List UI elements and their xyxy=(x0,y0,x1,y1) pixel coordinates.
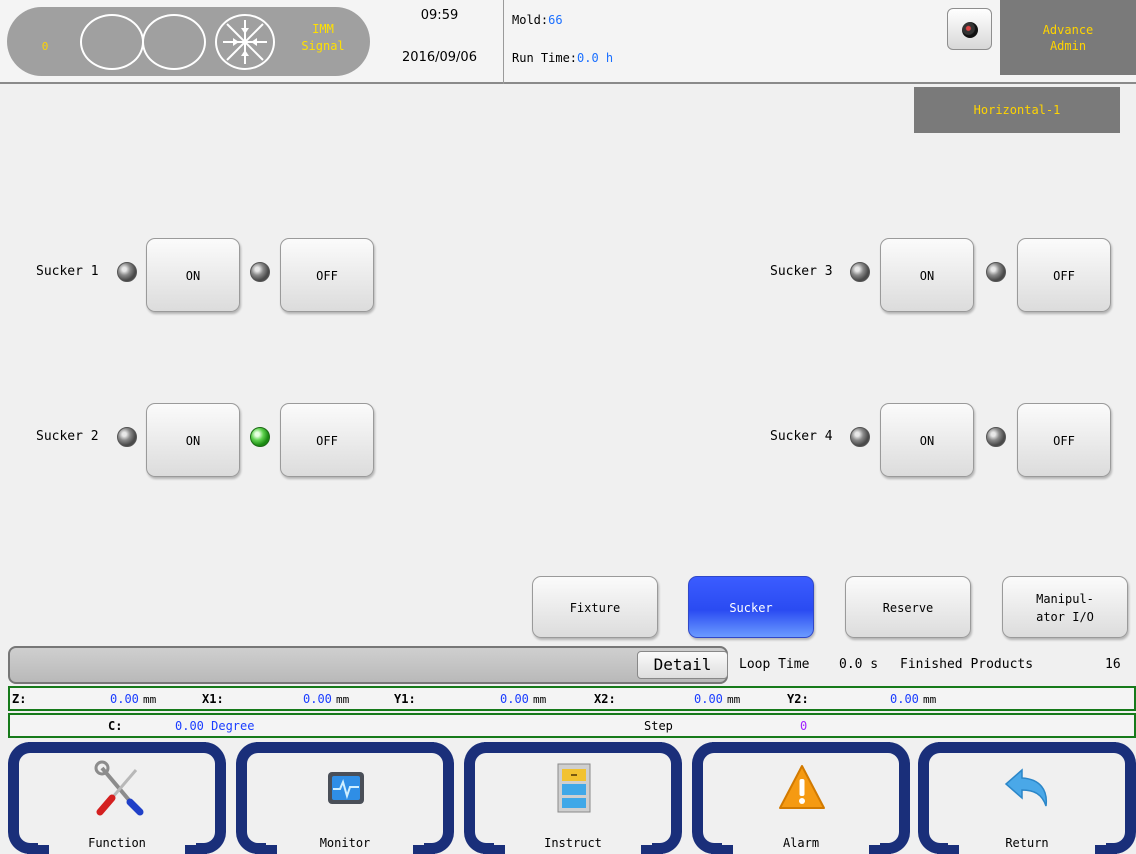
sucker-1-on-button[interactable]: ON xyxy=(146,238,240,312)
imm-signal-line1: IMM xyxy=(312,22,334,36)
axis-z-value: 0.00 xyxy=(110,692,139,706)
warning-icon xyxy=(779,765,825,809)
nav-return-label: Return xyxy=(1005,836,1049,850)
nav-bracket-top xyxy=(484,742,662,753)
nav-alarm-label: Alarm xyxy=(782,836,820,850)
clock-date: 2016/09/06 xyxy=(402,50,477,65)
run-time-info: Run Time:0.0 h xyxy=(512,51,613,65)
axis-x1-value: 0.00 xyxy=(303,692,332,706)
user-level-line1: Advance xyxy=(1042,23,1094,37)
wrench-screwdriver-icon xyxy=(94,760,144,816)
nav-function-button[interactable]: Function xyxy=(8,742,226,854)
imm-signal-line2: Signal xyxy=(301,39,345,53)
axis-y2-label: Y2: xyxy=(787,692,809,706)
sucker-3-off-led-icon xyxy=(986,262,1006,282)
step-label: Step xyxy=(644,719,673,733)
sucker-3-off-button[interactable]: OFF xyxy=(1017,238,1111,312)
mold-closed-signal-icon xyxy=(215,14,275,70)
user-level-button[interactable]: Advance Admin xyxy=(1000,0,1136,75)
tab-manipulator-io-line2: ator I/O xyxy=(1036,610,1094,624)
finished-products-label: Finished Products xyxy=(900,657,1034,672)
return-arrow-icon xyxy=(1004,768,1048,807)
tab-reserve[interactable]: Reserve xyxy=(845,576,971,638)
mold-label: Mold: xyxy=(512,13,549,27)
axis-y1-label: Y1: xyxy=(394,692,416,706)
tab-manipulator-io[interactable]: Manipul- ator I/O xyxy=(1002,576,1128,638)
nav-bracket-top xyxy=(938,742,1116,753)
sucker-1-off-led-icon xyxy=(250,262,270,282)
sucker-4-on-led-icon xyxy=(850,427,870,447)
sucker-4-on-button[interactable]: ON xyxy=(880,403,974,477)
sucker-3-label: Sucker 3 xyxy=(770,264,833,279)
axis-c-label: C: xyxy=(108,719,123,733)
step-value: 0 xyxy=(800,719,808,733)
mold-info: Mold:66 xyxy=(512,13,563,27)
top-status-bar: 0 IMM Signal 09:59 2016/09/06 Mold:66 Ru… xyxy=(0,0,1136,84)
file-cabinet-icon xyxy=(557,763,591,813)
sucker-1-off-button[interactable]: OFF xyxy=(280,238,374,312)
nav-bracket-top xyxy=(712,742,890,753)
sucker-4-off-button[interactable]: OFF xyxy=(1017,403,1111,477)
axis-x2-value: 0.00 xyxy=(694,692,723,706)
loop-time-value: 0.0 s xyxy=(839,657,879,672)
header-divider xyxy=(503,0,504,84)
axis-x1-label: X1: xyxy=(202,692,224,706)
nav-return-button[interactable]: Return xyxy=(918,742,1136,854)
axis-rotation-row: C: 0.00 Degree Step 0 xyxy=(8,713,1136,738)
axis-z-unit: mm xyxy=(143,693,157,706)
signal-status-panel: 0 IMM Signal xyxy=(7,7,370,76)
monitor-icon xyxy=(328,772,364,804)
signal-indicator-1-icon xyxy=(80,14,144,70)
nav-instruct-button[interactable]: Instruct xyxy=(464,742,682,854)
axis-position-row: Z: 0.00 mm X1: 0.00 mm Y1: 0.00 mm X2: 0… xyxy=(8,686,1136,711)
nav-bracket-top xyxy=(256,742,434,753)
axis-y2-value: 0.00 xyxy=(890,692,919,706)
nav-monitor-button[interactable]: Monitor xyxy=(236,742,454,854)
mold-value: 66 xyxy=(548,13,563,27)
run-time-label: Run Time: xyxy=(512,51,578,65)
sucker-2-label: Sucker 2 xyxy=(36,429,99,444)
status-count: 0 xyxy=(41,40,49,53)
axis-c-value: 0.00 Degree xyxy=(175,719,254,733)
clock-time: 09:59 xyxy=(420,8,459,23)
signal-indicator-2-icon xyxy=(142,14,206,70)
message-bar xyxy=(8,646,728,684)
sucker-4-off-led-icon xyxy=(986,427,1006,447)
axis-x2-label: X2: xyxy=(594,692,616,706)
nav-instruct-label: Instruct xyxy=(544,836,602,850)
axis-y1-value: 0.00 xyxy=(500,692,529,706)
nav-bracket-top xyxy=(28,742,206,753)
loop-time-label: Loop Time xyxy=(739,657,810,672)
sucker-2-on-button[interactable]: ON xyxy=(146,403,240,477)
tab-fixture[interactable]: Fixture xyxy=(532,576,658,638)
run-time-value: 0.0 h xyxy=(577,51,614,65)
camera-icon xyxy=(962,22,978,38)
sucker-2-off-led-icon xyxy=(250,427,270,447)
tab-sucker[interactable]: Sucker xyxy=(688,576,814,638)
sucker-2-off-button[interactable]: OFF xyxy=(280,403,374,477)
imm-signal-label: IMM Signal xyxy=(283,21,363,55)
nav-alarm-button[interactable]: Alarm xyxy=(692,742,910,854)
structure-mode-display: Horizontal-1 xyxy=(914,87,1120,133)
sucker-4-label: Sucker 4 xyxy=(770,429,833,444)
axis-y2-unit: mm xyxy=(923,693,937,706)
sucker-3-on-button[interactable]: ON xyxy=(880,238,974,312)
sucker-2-on-led-icon xyxy=(117,427,137,447)
axis-y1-unit: mm xyxy=(533,693,547,706)
user-level-line2: Admin xyxy=(1049,39,1087,53)
axis-x1-unit: mm xyxy=(336,693,350,706)
sucker-1-on-led-icon xyxy=(117,262,137,282)
detail-button[interactable]: Detail xyxy=(637,651,728,679)
axis-c-value-text: 0.00 Degree xyxy=(175,719,255,733)
axis-z-label: Z: xyxy=(12,692,27,706)
finished-products-value: 16 xyxy=(1105,657,1121,672)
axis-x2-unit: mm xyxy=(727,693,741,706)
nav-function-label: Function xyxy=(88,836,146,850)
sucker-3-on-led-icon xyxy=(850,262,870,282)
screenshot-camera-button[interactable] xyxy=(947,8,992,50)
nav-monitor-label: Monitor xyxy=(319,836,371,850)
tab-manipulator-io-line1: Manipul- xyxy=(1036,592,1094,606)
sucker-1-label: Sucker 1 xyxy=(36,264,99,279)
